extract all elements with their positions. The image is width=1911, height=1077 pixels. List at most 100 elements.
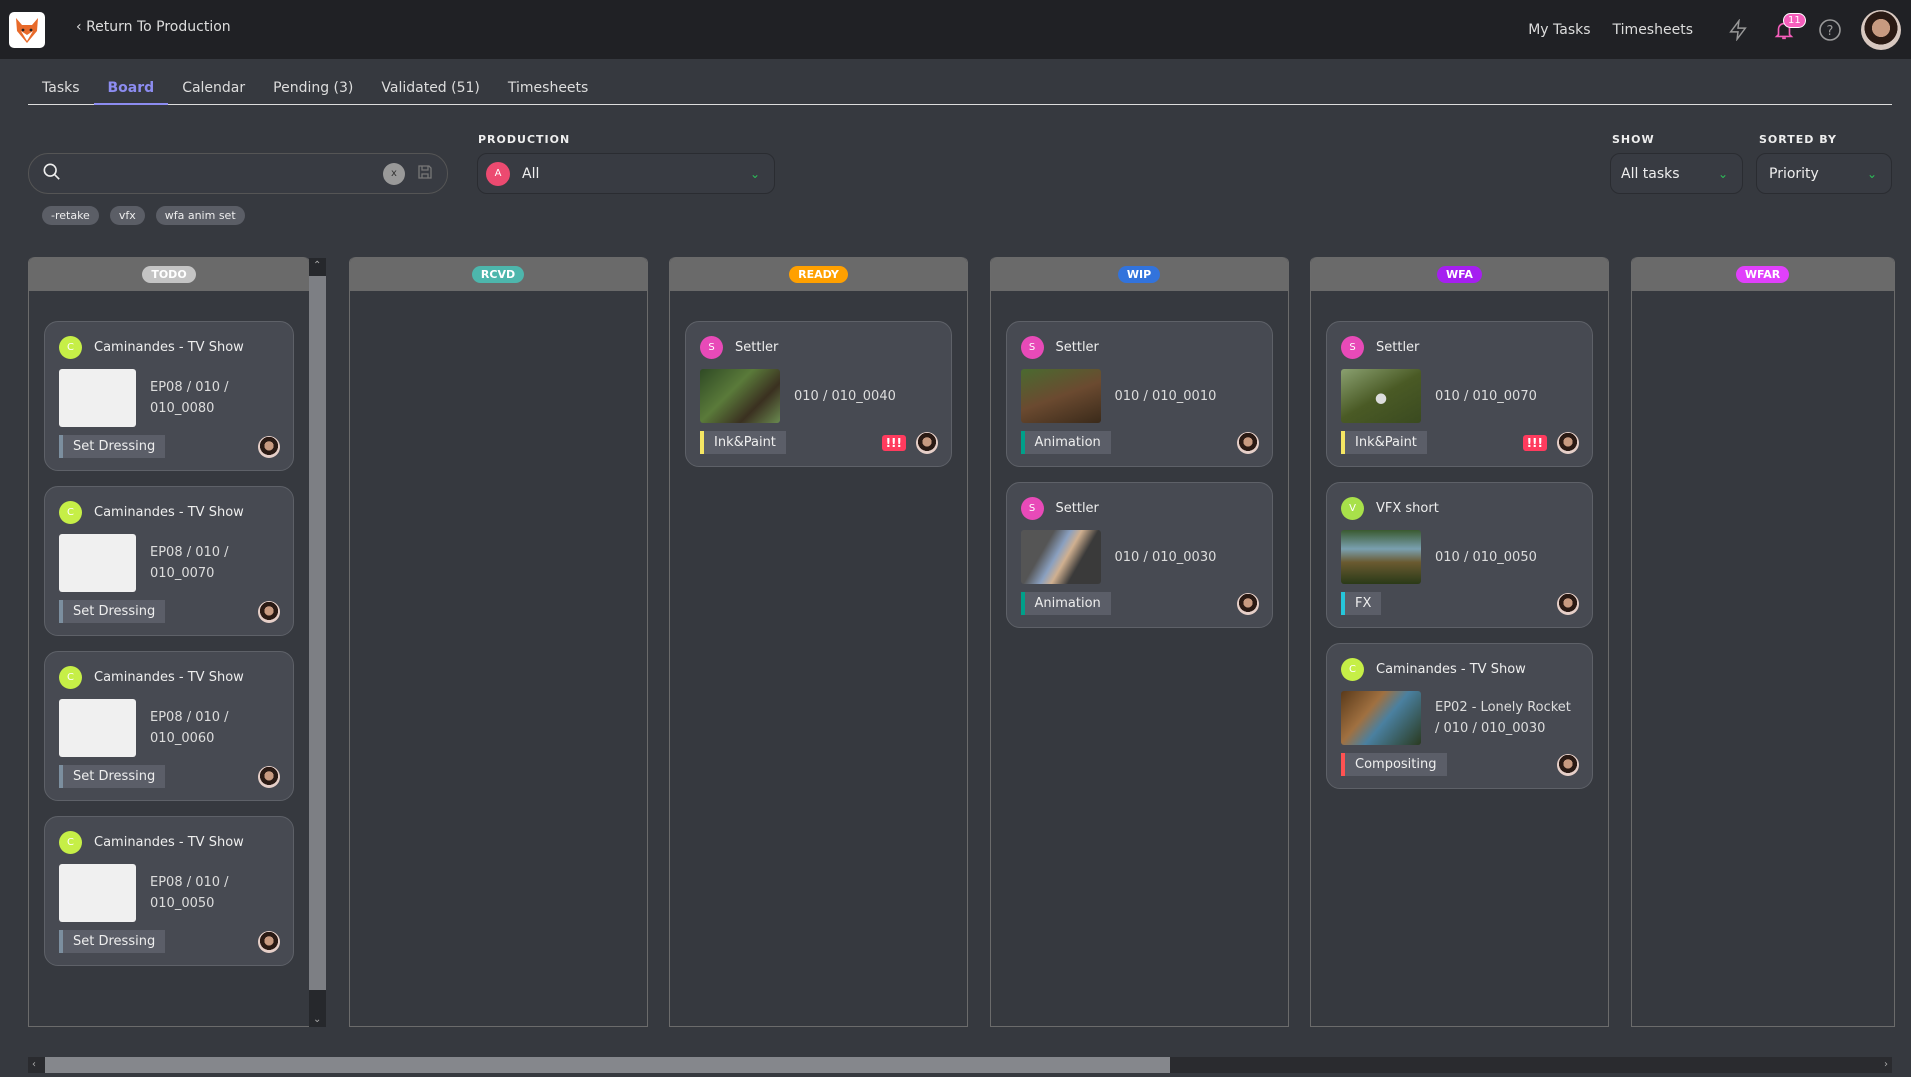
column-header: WIP — [990, 257, 1288, 291]
todo-column-scrollbar[interactable]: ⌃ ⌄ — [309, 258, 326, 1027]
task-card[interactable]: S Settler 010 / 010_0040 Ink&Paint !!! — [685, 321, 952, 467]
my-tasks-link[interactable]: My Tasks — [1528, 22, 1590, 38]
tab-tasks[interactable]: Tasks — [28, 78, 94, 105]
production-avatar: S — [1020, 497, 1044, 520]
task-type-tag: Set Dressing — [59, 930, 166, 953]
priority-badge: !!! — [1522, 434, 1547, 451]
task-type-tag: Set Dressing — [59, 765, 166, 788]
task-type-tag: Animation — [1020, 431, 1111, 454]
tab-validated[interactable]: Validated (51) — [367, 78, 494, 105]
tab-bar: Tasks Board Calendar Pending (3) Validated (… — [28, 78, 1892, 105]
entity-name: 010 / 010_0040 — [794, 388, 896, 404]
entity-name: 010 / 010_0030 — [1114, 549, 1217, 565]
column-wip: WIP S Settler 010 / 010_0010 Animation SS… — [989, 257, 1289, 1027]
status-badge: WFAR — [1735, 265, 1790, 283]
tab-pending[interactable]: Pending (3) — [259, 78, 367, 105]
return-to-production-link[interactable]: ‹ Return To Production — [76, 19, 231, 35]
task-card[interactable]: C Caminandes - TV Show EP08 / 010 /010_00… — [44, 816, 294, 966]
shot-thumbnail[interactable] — [1341, 369, 1421, 423]
column-wfa: WFA S Settler 010 / 010_0070 Ink&Paint !!… — [1310, 257, 1609, 1027]
assignee-avatar[interactable] — [1557, 753, 1579, 776]
assignee-avatar[interactable] — [258, 600, 280, 623]
scrollbar-thumb[interactable] — [45, 1057, 1170, 1073]
search-input[interactable]: x — [28, 153, 448, 194]
column-header: TODO — [29, 257, 309, 291]
task-card[interactable]: S Settler 010 / 010_0010 Animation — [1005, 321, 1273, 467]
production-avatar: C — [59, 666, 82, 689]
entity-name: 010 / 010_0010 — [1114, 388, 1217, 404]
shot-thumbnail[interactable] — [1341, 530, 1421, 584]
assignee-avatar[interactable] — [1557, 592, 1579, 615]
sorted-by-select[interactable]: Priority ⌄ — [1756, 153, 1892, 194]
production-name: Caminandes - TV Show — [94, 670, 244, 685]
scroll-left-icon[interactable]: ‹ — [32, 1059, 36, 1070]
sorted-by-label: SORTED BY — [1759, 133, 1837, 146]
production-name: Caminandes - TV Show — [94, 505, 244, 520]
production-avatar: S — [1341, 336, 1364, 359]
production-select[interactable]: A All ⌄ — [477, 153, 775, 194]
column-header: READY — [670, 257, 967, 291]
entity-name: 010 / 010_0070 — [1435, 388, 1537, 404]
notifications-bell-icon[interactable]: 11 — [1769, 12, 1806, 45]
user-avatar[interactable] — [1861, 9, 1901, 50]
chevron-left-icon: ‹ — [76, 19, 87, 35]
task-card[interactable]: S Settler 010 / 010_0070 Ink&Paint !!! — [1326, 321, 1593, 467]
scroll-up-icon[interactable]: ⌃ — [313, 260, 321, 271]
lightning-icon[interactable] — [1723, 15, 1753, 45]
entity-name: EP02 - Lonely Rocket/ 010 / 010_0030 — [1435, 700, 1571, 736]
assignee-avatar[interactable] — [258, 930, 280, 953]
assignee-avatar[interactable] — [1236, 431, 1259, 454]
task-card[interactable]: C Caminandes - TV Show EP08 / 010 /010_00… — [44, 486, 294, 636]
saved-search-chip[interactable]: wfa anim set — [155, 206, 245, 225]
shot-thumbnail[interactable] — [1020, 369, 1101, 423]
assignee-avatar[interactable] — [1557, 431, 1579, 454]
tab-timesheets[interactable]: Timesheets — [494, 78, 602, 105]
tab-board[interactable]: Board — [93, 78, 169, 105]
entity-name: EP08 / 010 /010_0080 — [150, 380, 229, 416]
saved-search-chip[interactable]: -retake — [42, 206, 99, 225]
clear-search-button[interactable]: x — [383, 162, 405, 185]
status-badge: RCVD — [471, 265, 525, 283]
task-card[interactable]: S Settler 010 / 010_0030 Animation — [1005, 482, 1273, 628]
shot-thumbnail[interactable] — [1341, 691, 1421, 745]
production-avatar: V — [1341, 497, 1364, 520]
task-card[interactable]: C Caminandes - TV Show EP08 / 010 /010_00… — [44, 321, 294, 471]
scroll-down-icon[interactable]: ⌄ — [313, 1014, 321, 1025]
task-card[interactable]: C Caminandes - TV Show EP08 / 010 /010_00… — [44, 651, 294, 801]
production-name: Caminandes - TV Show — [1376, 662, 1526, 677]
status-badge: TODO — [142, 265, 196, 283]
task-card[interactable]: V VFX short 010 / 010_0050 FX — [1326, 482, 1593, 628]
assignee-avatar[interactable] — [258, 765, 280, 788]
assignee-avatar[interactable] — [916, 431, 938, 454]
board-horizontal-scrollbar[interactable]: ‹ › — [28, 1057, 1892, 1073]
production-name: Settler — [735, 340, 779, 355]
production-avatar: S — [700, 336, 723, 359]
save-search-icon[interactable] — [417, 164, 433, 184]
saved-search-chip[interactable]: vfx — [109, 206, 145, 225]
shot-thumbnail[interactable] — [1020, 530, 1101, 584]
tab-calendar[interactable]: Calendar — [168, 78, 259, 105]
status-badge: WFA — [1437, 265, 1482, 283]
shot-thumbnail-placeholder — [59, 699, 136, 757]
production-avatar: C — [59, 336, 82, 359]
status-badge: WIP — [1117, 265, 1161, 283]
assignee-avatar[interactable] — [258, 435, 280, 458]
kitsu-logo[interactable] — [9, 12, 45, 48]
timesheets-link[interactable]: Timesheets — [1613, 22, 1693, 38]
show-label: SHOW — [1612, 133, 1655, 146]
production-name: Settler — [1376, 340, 1420, 355]
saved-searches: -retake vfx wfa anim set — [42, 206, 245, 225]
show-select[interactable]: All tasks ⌄ — [1610, 153, 1743, 194]
help-icon[interactable]: ? — [1815, 15, 1845, 45]
shot-thumbnail-placeholder — [59, 864, 136, 922]
production-avatar: C — [59, 501, 82, 524]
task-card[interactable]: C Caminandes - TV Show EP02 - Lonely Rock… — [1326, 643, 1593, 789]
shot-thumbnail[interactable] — [700, 369, 780, 423]
production-avatar: C — [59, 831, 82, 854]
scrollbar-thumb[interactable] — [309, 276, 326, 990]
assignee-avatar[interactable] — [1236, 592, 1259, 615]
production-name: Settler — [1055, 501, 1099, 516]
task-type-tag: Animation — [1020, 592, 1111, 615]
scroll-right-icon[interactable]: › — [1884, 1059, 1888, 1070]
production-avatar: S — [1020, 336, 1044, 359]
